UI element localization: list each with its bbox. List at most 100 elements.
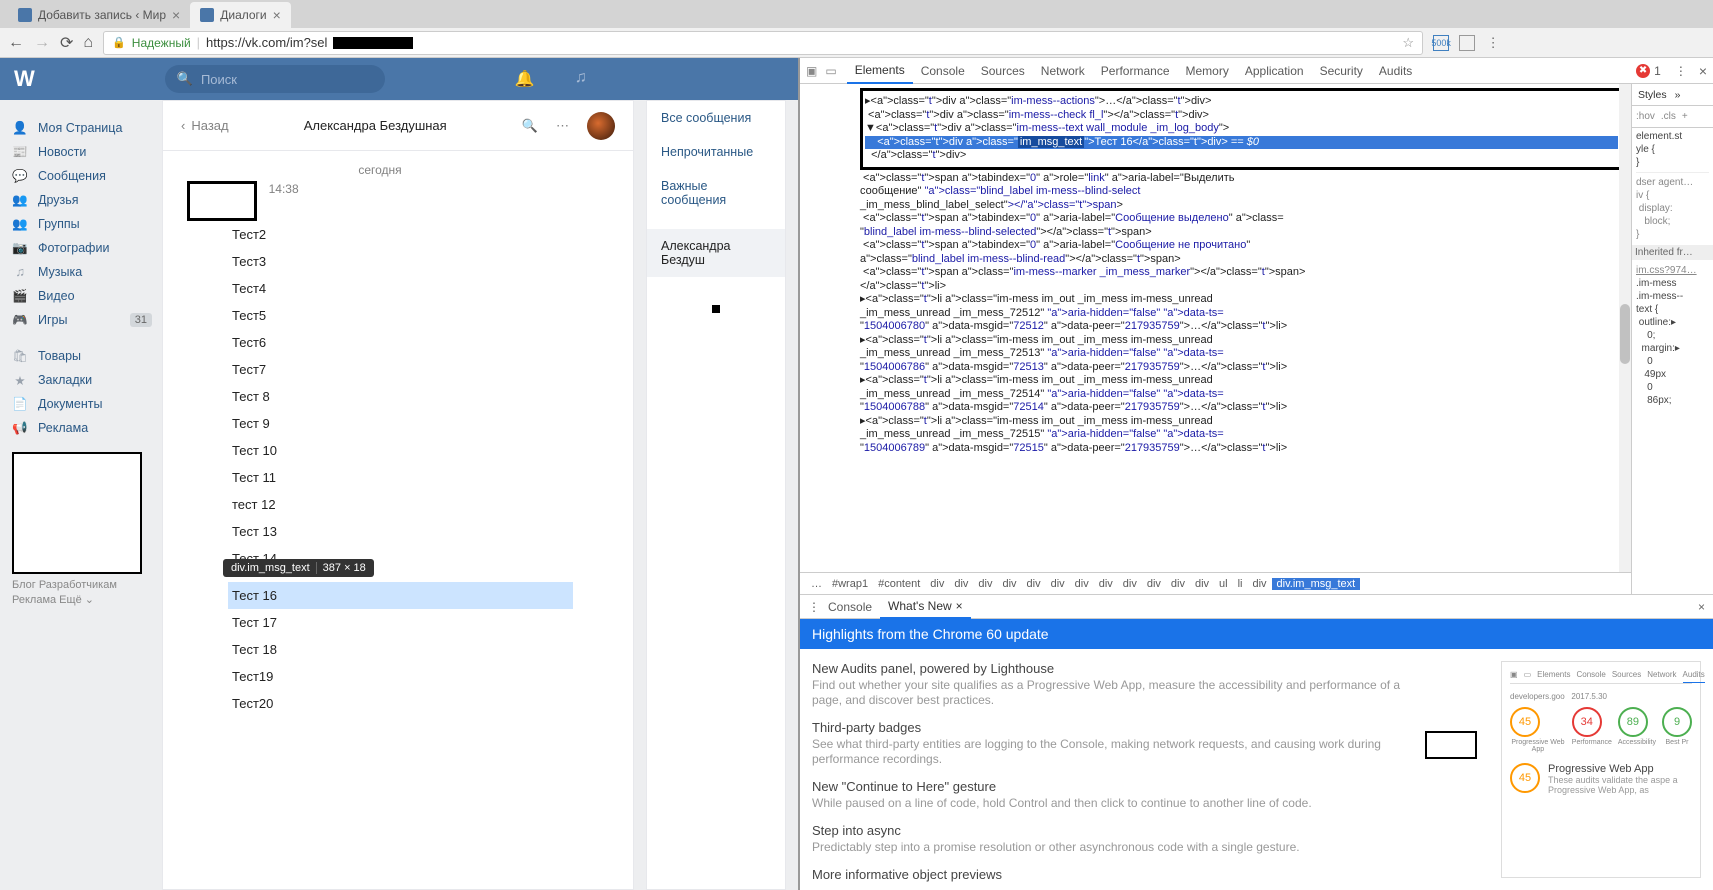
footer-links[interactable]: Блог Разработчикам Реклама Ещё ⌄	[12, 578, 152, 608]
message-item[interactable]: Тест 11	[232, 464, 573, 491]
message-item[interactable]: Тест 9	[232, 410, 573, 437]
tab-close-icon[interactable]: ×	[172, 7, 180, 23]
message-item-highlighted[interactable]: Тест 16	[228, 582, 573, 609]
dom-node[interactable]: ▸<a">class="t">li a">class="im-mess im_o…	[860, 415, 1623, 429]
tab-close-icon[interactable]: ×	[273, 7, 281, 23]
devtools-close-icon[interactable]: ×	[1699, 63, 1707, 79]
sidebar-item[interactable]: 👤 Моя Страница	[12, 116, 152, 140]
sidebar-item[interactable]: ♫ Музыка	[12, 260, 152, 284]
styles-more-icon[interactable]: »	[1675, 89, 1681, 101]
dom-node[interactable]: _im_mess_unread _im_mess_72512" "a">aria…	[860, 307, 1623, 321]
breadcrumb-item[interactable]: div	[1118, 578, 1142, 590]
style-rule[interactable]: dser agent… iv { display: block; }	[1636, 176, 1709, 241]
dom-node[interactable]: <a">class="t">div a">class="im-mess--che…	[865, 109, 1618, 123]
devtools-tab[interactable]: Memory	[1178, 58, 1237, 84]
breadcrumb-item[interactable]: …	[806, 578, 827, 590]
dom-node[interactable]: ▸<a">class="t">div a">class="im-mess--ac…	[865, 95, 1618, 109]
dom-node[interactable]: <a">class="t">span a">tabindex="0" a">ro…	[860, 172, 1623, 186]
dom-node[interactable]: </a">class="t">li>	[860, 280, 1623, 294]
dom-node[interactable]: <a">class="t">span a">tabindex="0" a">ar…	[860, 239, 1623, 253]
sidebar-item[interactable]: 🛍 Товары	[12, 344, 152, 368]
search-in-dialog-icon[interactable]: 🔍	[522, 118, 538, 134]
folder-item[interactable]: Непрочитанные	[647, 135, 785, 169]
sidebar-ad[interactable]	[12, 452, 142, 574]
dom-node[interactable]: <a">class="t">div a">class="im_msg_text"…	[865, 136, 1618, 150]
dom-node[interactable]: "1504006789" a">data-msgid="72515" a">da…	[860, 442, 1623, 456]
message-item[interactable]: Тест2	[232, 221, 573, 248]
devtools-tab[interactable]: Security	[1312, 58, 1371, 84]
breadcrumb-item[interactable]: div	[1046, 578, 1070, 590]
message-list[interactable]: сегодня 14:38 Тест2Тест3Тест4Тест5Тест6Т…	[163, 151, 633, 889]
vk-logo-icon[interactable]: W	[14, 66, 35, 92]
dom-node[interactable]: "1504006786" a">data-msgid="72513" a">da…	[860, 361, 1623, 375]
sidebar-item[interactable]: 📰 Новости	[12, 140, 152, 164]
devtools-tab[interactable]: Performance	[1093, 58, 1178, 84]
style-props[interactable]: outline:▸ 0; margin:▸ 0 49px 0 86px;	[1636, 316, 1709, 407]
sidebar-item[interactable]: 👥 Группы	[12, 212, 152, 236]
home-icon[interactable]: ⌂	[83, 34, 93, 52]
message-item[interactable]: Тест20	[232, 690, 573, 717]
more-icon[interactable]: ⋯	[556, 118, 569, 134]
breadcrumb-item[interactable]: ul	[1214, 578, 1233, 590]
breadcrumb-item[interactable]: div	[925, 578, 949, 590]
extension-icon[interactable]: 500k	[1433, 35, 1449, 51]
folder-item-active[interactable]: Александра Бездуш	[647, 229, 785, 277]
devtools-tab[interactable]: Elements	[847, 58, 913, 84]
star-icon[interactable]: ☆	[1402, 35, 1414, 51]
url-input[interactable]: 🔒 Надежный | https://vk.com/im?sel ☆	[103, 31, 1423, 55]
breadcrumb-item[interactable]: div	[1070, 578, 1094, 590]
add-rule-icon[interactable]: +	[1682, 111, 1688, 122]
dom-node[interactable]: a">class="blind_label im-mess--blind-rea…	[860, 253, 1623, 267]
dom-node[interactable]: "blind_label im-mess--blind-selected"></…	[860, 226, 1623, 240]
dom-node[interactable]: _im_mess_unread _im_mess_72513" "a">aria…	[860, 347, 1623, 361]
extension-icon-2[interactable]	[1459, 35, 1475, 51]
back-icon[interactable]: ←	[8, 34, 24, 52]
tab-close-icon[interactable]: ×	[956, 599, 963, 613]
breadcrumb-item[interactable]: div	[1190, 578, 1214, 590]
message-item[interactable]: Тест 10	[232, 437, 573, 464]
breadcrumb-item[interactable]: div	[997, 578, 1021, 590]
search-input[interactable]: 🔍 Поиск	[165, 65, 385, 93]
dom-node[interactable]: ▸<a">class="t">li a">class="im-mess im_o…	[860, 293, 1623, 307]
devtools-tab[interactable]: Audits	[1371, 58, 1420, 84]
scrollbar[interactable]	[1619, 84, 1631, 572]
drawer-menu-icon[interactable]: ⋮	[808, 600, 820, 614]
cls-toggle[interactable]: .cls	[1661, 111, 1676, 122]
dom-node[interactable]: <a">class="t">span a">tabindex="0" a">ar…	[860, 212, 1623, 226]
breadcrumb-item[interactable]: div.im_msg_text	[1272, 578, 1361, 590]
dom-node[interactable]: ▸<a">class="t">li a">class="im-mess im_o…	[860, 334, 1623, 348]
breadcrumb-item[interactable]: div	[1022, 578, 1046, 590]
sidebar-item[interactable]: 💬 Сообщения	[12, 164, 152, 188]
dom-node[interactable]: "1504006788" a">data-msgid="72514" a">da…	[860, 401, 1623, 415]
message-item[interactable]: Тест7	[232, 356, 573, 383]
dom-node[interactable]: <a">class="t">span a">class="im-mess--ma…	[860, 266, 1623, 280]
style-rule[interactable]: element.st yle { }	[1636, 130, 1709, 169]
dom-node[interactable]: сообщение" "a">class="blind_label im-mes…	[860, 185, 1623, 199]
styles-tab[interactable]: Styles	[1638, 89, 1667, 101]
dom-breadcrumb[interactable]: …#wrap1#contentdivdivdivdivdivdivdivdivd…	[800, 572, 1631, 594]
devtools-tab[interactable]: Application	[1237, 58, 1312, 84]
dom-tree[interactable]: ▸<a">class="t">div a">class="im-mess--ac…	[800, 84, 1631, 572]
sidebar-item[interactable]: 📄 Документы	[12, 392, 152, 416]
sidebar-item[interactable]: 👥 Друзья	[12, 188, 152, 212]
devtools-tab[interactable]: Console	[913, 58, 973, 84]
error-badge-icon[interactable]: ✖	[1636, 64, 1650, 78]
dom-node[interactable]: _im_mess_unread _im_mess_72514" "a">aria…	[860, 388, 1623, 402]
sidebar-item[interactable]: 🎬 Видео	[12, 284, 152, 308]
breadcrumb-item[interactable]: #content	[873, 578, 925, 590]
notifications-icon[interactable]: 🔔	[515, 69, 535, 89]
browser-tab-2[interactable]: Диалоги ×	[190, 2, 291, 28]
drawer-tab-whatsnew[interactable]: What's New ×	[880, 595, 971, 619]
avatar[interactable]	[587, 112, 615, 140]
menu-icon[interactable]: ⋮	[1485, 35, 1501, 51]
breadcrumb-item[interactable]: div	[1247, 578, 1271, 590]
message-item[interactable]: Тест3	[232, 248, 573, 275]
sidebar-item[interactable]: 🎮 Игры 31	[12, 308, 152, 332]
device-icon[interactable]: ▭	[825, 64, 836, 78]
breadcrumb-item[interactable]: div	[949, 578, 973, 590]
message-item[interactable]: Тест4	[232, 275, 573, 302]
sidebar-item[interactable]: ★ Закладки	[12, 368, 152, 392]
reload-icon[interactable]: ⟳	[60, 33, 73, 53]
breadcrumb-item[interactable]: li	[1233, 578, 1248, 590]
breadcrumb-item[interactable]: div	[1166, 578, 1190, 590]
